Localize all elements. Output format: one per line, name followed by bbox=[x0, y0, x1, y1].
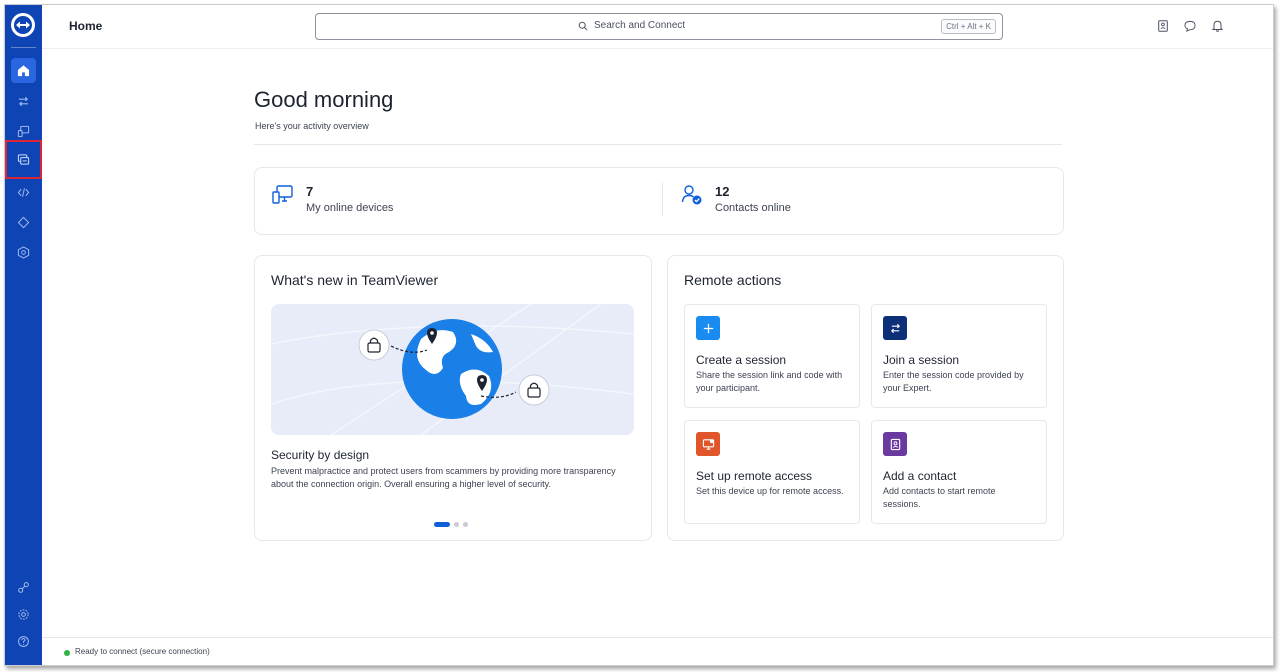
carousel-dot-2[interactable] bbox=[454, 522, 459, 527]
greeting-subtitle: Here's your activity overview bbox=[255, 121, 369, 131]
status-bar: Ready to connect (secure connection) bbox=[42, 637, 1273, 665]
search-icon bbox=[578, 21, 588, 30]
sidebar-item-settings[interactable] bbox=[11, 602, 36, 627]
carousel-dot-1[interactable] bbox=[434, 522, 450, 527]
carousel-pagination bbox=[434, 522, 468, 527]
sidebar-item-connect[interactable] bbox=[11, 89, 36, 114]
contacts-card-icon[interactable] bbox=[1157, 19, 1169, 32]
add-contact-tile[interactable]: Add a contact Add contacts to start remo… bbox=[871, 420, 1047, 524]
contact-card-icon bbox=[883, 432, 907, 456]
search-shortcut: Ctrl + Alt + K bbox=[941, 19, 996, 34]
help-icon bbox=[18, 636, 29, 647]
stat-value: 7 bbox=[306, 184, 314, 199]
top-bar: Home Search and Connect Ctrl + Alt + K bbox=[42, 5, 1273, 49]
sidebar-item-help[interactable] bbox=[11, 629, 36, 654]
connection-status-dot bbox=[64, 650, 70, 656]
home-icon bbox=[17, 65, 30, 77]
security-illustration bbox=[271, 304, 634, 435]
security-icon bbox=[17, 246, 30, 259]
carousel-dot-3[interactable] bbox=[463, 522, 468, 527]
tile-title: Set up remote access bbox=[696, 469, 813, 483]
chat-icon[interactable] bbox=[1184, 19, 1196, 32]
sidebar-item-integrations[interactable] bbox=[11, 575, 36, 600]
remote-access-tile[interactable]: Set up remote access Set this device up … bbox=[684, 420, 860, 524]
connect-arrows-icon bbox=[18, 96, 29, 107]
tag-icon bbox=[17, 216, 30, 229]
tile-body: Set this device up for remote access. bbox=[696, 486, 844, 496]
tile-body: Share the session link and code with you… bbox=[696, 370, 843, 393]
tile-body: Add contacts to start remote sessions. bbox=[883, 486, 996, 509]
greeting-title: Good morning bbox=[254, 87, 394, 112]
plus-icon bbox=[696, 316, 720, 340]
teamviewer-logo[interactable] bbox=[11, 13, 35, 37]
remote-devices-icon bbox=[17, 125, 30, 138]
page-title: Home bbox=[69, 19, 103, 33]
join-session-tile[interactable]: Join a session Enter the session code pr… bbox=[871, 304, 1047, 408]
tile-title: Create a session bbox=[696, 353, 787, 367]
create-session-tile[interactable]: Create a session Share the session link … bbox=[684, 304, 860, 408]
remote-actions-card: Remote actions Create a session Share th… bbox=[667, 255, 1064, 541]
remote-monitor-icon bbox=[696, 432, 720, 456]
sidebar-item-sessions[interactable] bbox=[5, 140, 42, 179]
search-placeholder: Search and Connect bbox=[594, 20, 686, 31]
sidebar-item-code[interactable] bbox=[11, 180, 36, 205]
sidebar-item-remote-devices[interactable] bbox=[11, 119, 36, 144]
notification-bell-icon[interactable] bbox=[1211, 19, 1223, 32]
contacts-online-icon bbox=[681, 185, 702, 205]
sidebar-item-security[interactable] bbox=[11, 240, 36, 265]
stat-label: Contacts online bbox=[715, 202, 791, 214]
remote-actions-title: Remote actions bbox=[684, 272, 782, 288]
main-content: Good morning Here's your activity overvi… bbox=[42, 49, 1273, 637]
sidebar-item-home[interactable] bbox=[11, 58, 36, 83]
whats-new-card: What's new in TeamViewer Security by des… bbox=[254, 255, 652, 541]
rail-divider bbox=[11, 47, 36, 48]
news-section-title: Security by design bbox=[271, 448, 370, 462]
connection-status-text: Ready to connect (secure connection) bbox=[75, 647, 210, 656]
stat-online-devices[interactable]: 7 My online devices bbox=[272, 184, 393, 214]
search-input[interactable]: Search and Connect Ctrl + Alt + K bbox=[315, 13, 1003, 40]
tile-title: Add a contact bbox=[883, 469, 957, 483]
stats-card: 7 My online devices 12 Contacts online bbox=[254, 167, 1064, 235]
section-divider bbox=[254, 144, 1062, 145]
app-window: Home Search and Connect Ctrl + Alt + K G… bbox=[4, 4, 1274, 666]
integrations-icon bbox=[18, 582, 29, 593]
sidebar-item-tags[interactable] bbox=[11, 210, 36, 235]
stats-divider bbox=[662, 183, 663, 216]
swap-arrows-icon bbox=[883, 316, 907, 340]
sidebar bbox=[5, 5, 42, 665]
settings-icon bbox=[18, 609, 29, 620]
code-icon bbox=[17, 188, 30, 197]
tile-title: Join a session bbox=[883, 353, 960, 367]
sessions-icon bbox=[17, 154, 30, 165]
devices-icon bbox=[272, 185, 293, 204]
stat-value: 12 bbox=[715, 184, 730, 199]
news-section-body: Prevent malpractice and protect users fr… bbox=[271, 466, 616, 489]
whats-new-title: What's new in TeamViewer bbox=[271, 272, 439, 288]
stat-label: My online devices bbox=[306, 202, 394, 214]
stat-contacts-online[interactable]: 12 Contacts online bbox=[681, 184, 791, 214]
tile-body: Enter the session code provided by your … bbox=[883, 370, 1024, 393]
